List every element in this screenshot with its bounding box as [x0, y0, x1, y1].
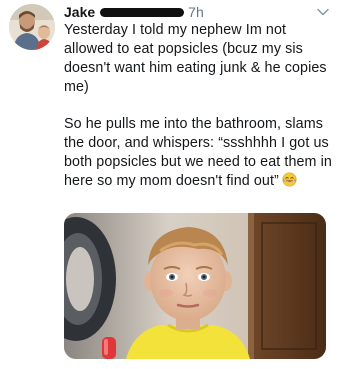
tweet-paragraph: So he pulls me into the bathroom, slams … [64, 115, 334, 191]
tweet-text: Yesterday I told my nephew Im not allowe… [64, 21, 334, 191]
face-with-tears-of-joy-icon [282, 172, 297, 187]
tweet: Jake 7h Yesterday I told my nephew Im no… [0, 0, 340, 369]
redacted-handle [100, 7, 185, 17]
timestamp[interactable]: 7h [188, 4, 204, 20]
tweet-header: Jake 7h [64, 3, 204, 21]
tweet-paragraph: Yesterday I told my nephew Im not allowe… [64, 22, 327, 95]
tweet-media-photo[interactable] [64, 213, 326, 359]
profile-photo-icon [9, 4, 55, 50]
author-name[interactable]: Jake [64, 4, 95, 20]
boy-with-popsicle-photo [64, 213, 326, 359]
author-avatar[interactable] [9, 4, 55, 50]
chevron-down-icon[interactable] [316, 5, 330, 19]
